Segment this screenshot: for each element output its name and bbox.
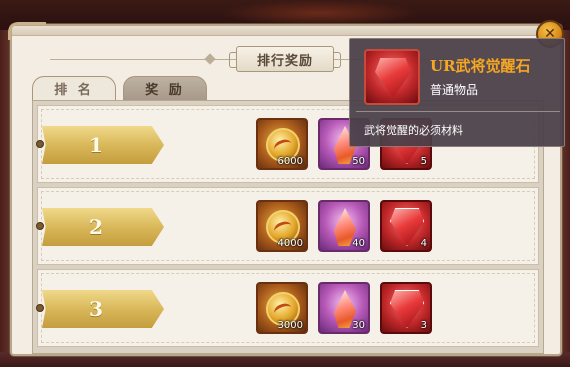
item-count: 50 [352,156,365,167]
item-count: 3 [420,320,427,331]
red-awakening-stone-icon [364,49,420,105]
gold-coin-icon[interactable]: 4000 [256,200,308,252]
rank-banner: 1 [42,126,164,164]
panel-top-bar [12,26,560,36]
item-count: 30 [352,320,365,331]
gold-coin-icon[interactable]: 3000 [256,282,308,334]
pink-crystal-icon[interactable]: 30 [318,282,370,334]
title-diamond-left [204,53,216,65]
tab-ranking[interactable]: 排 名 [32,76,116,100]
item-count: 5 [420,156,427,167]
item-count: 4 [420,238,427,249]
item-count: 3000 [277,320,303,331]
rank-banner: 3 [42,290,164,328]
reward-row: 2 4000 40 4 [36,187,539,265]
rank-banner: 2 [42,208,164,246]
red-awakening-stone-icon[interactable]: 3 [380,282,432,334]
pink-crystal-icon[interactable]: 40 [318,200,370,252]
corner-ornament [8,22,46,40]
item-tooltip: UR武将觉醒石 普通物品 武将觉醒的必须材料 [349,38,565,147]
tooltip-divider [356,111,560,112]
tooltip-item-name: UR武将觉醒石 [430,57,531,75]
tooltip-item-type: 普通物品 [430,83,479,97]
gold-coin-icon[interactable]: 6000 [256,118,308,170]
item-count: 40 [352,238,365,249]
tooltip-item-description: 武将觉醒的必须材料 [364,124,463,137]
rank-pin [36,222,44,230]
red-awakening-stone-icon[interactable]: 4 [380,200,432,252]
tab-rewards[interactable]: 奖 励 [123,76,207,100]
item-count: 4000 [277,238,303,249]
rank-pin [36,304,44,312]
panel-title: 排行奖励 [229,46,341,72]
rank-pin [36,140,44,148]
reward-row: 3 3000 30 3 [36,269,539,347]
item-count: 6000 [277,156,303,167]
